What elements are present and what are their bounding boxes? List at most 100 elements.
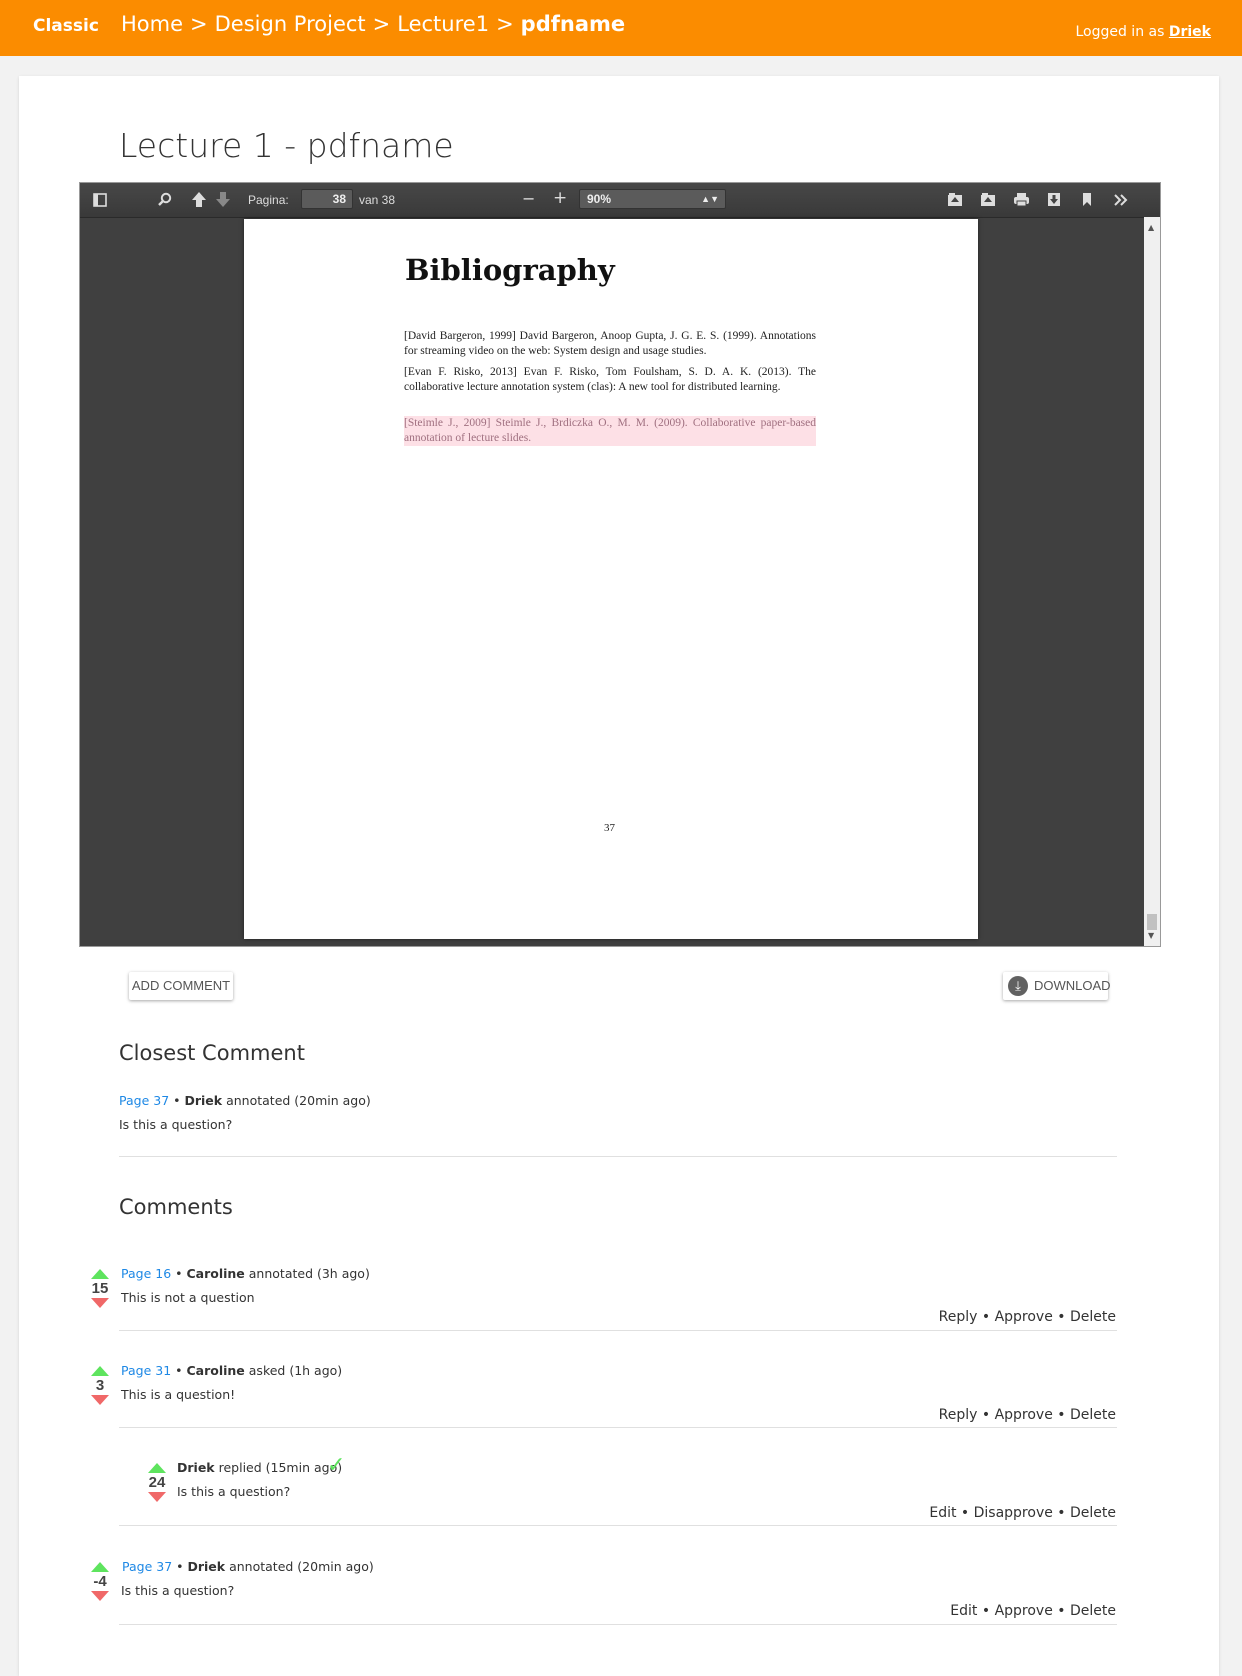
vertical-scrollbar[interactable]: ▲ ▼ bbox=[1144, 217, 1160, 946]
comment-meta: Page 16 • Caroline annotated (3h ago) bbox=[121, 1266, 370, 1281]
previous-page-icon[interactable] bbox=[191, 191, 207, 208]
page-link[interactable]: Page 37 bbox=[119, 1093, 169, 1108]
closest-comment-heading: Closest Comment bbox=[119, 1041, 305, 1065]
pdf-page: Bibliography [David Bargeron, 1999] Davi… bbox=[244, 219, 978, 939]
bibliography-entry: [David Bargeron, 1999] David Bargeron, A… bbox=[404, 330, 816, 357]
open-file-icon[interactable] bbox=[980, 192, 996, 207]
comments-heading: Comments bbox=[119, 1195, 233, 1219]
document-page-number: 37 bbox=[604, 822, 615, 834]
upvote-icon[interactable] bbox=[91, 1562, 109, 1572]
comment-verb: annotated (20min ago) bbox=[229, 1559, 374, 1574]
comment-meta: Page 31 • Caroline asked (1h ago) bbox=[121, 1363, 343, 1378]
comment-actions[interactable]: Reply • Approve • Delete bbox=[939, 1407, 1116, 1423]
search-icon[interactable] bbox=[157, 192, 173, 208]
comment-author: Driek bbox=[177, 1460, 215, 1475]
viewer-toolbar: Pagina: 38 van 38 − + 90% ▲▼ bbox=[80, 183, 1160, 218]
page-label: Pagina: bbox=[248, 193, 289, 207]
divider bbox=[119, 1156, 1117, 1157]
divider bbox=[119, 1525, 1117, 1526]
download-icon[interactable] bbox=[1047, 192, 1061, 207]
scroll-down-icon[interactable]: ▼ bbox=[1148, 931, 1154, 940]
comment-actions[interactable]: Edit • Approve • Delete bbox=[950, 1603, 1116, 1619]
comment-actions[interactable]: Edit • Disapprove • Delete bbox=[929, 1505, 1116, 1521]
downvote-icon[interactable] bbox=[91, 1591, 109, 1601]
vote-control: -4 bbox=[89, 1562, 111, 1601]
upvote-icon[interactable] bbox=[91, 1366, 109, 1376]
comment-text: This is not a question bbox=[121, 1290, 255, 1305]
vote-count: 24 bbox=[148, 1474, 166, 1491]
closest-comment-text: Is this a question? bbox=[119, 1117, 233, 1132]
breadcrumb-separator: > bbox=[372, 12, 391, 36]
sidebar-toggle-icon[interactable] bbox=[93, 193, 107, 207]
divider bbox=[119, 1427, 1117, 1428]
upvote-icon[interactable] bbox=[148, 1463, 166, 1473]
document-heading: Bibliography bbox=[405, 253, 615, 287]
comment-verb: asked (1h ago) bbox=[248, 1363, 343, 1378]
vote-control: 15 bbox=[89, 1269, 111, 1308]
presentation-mode-icon[interactable] bbox=[947, 192, 963, 207]
vote-control: 3 bbox=[89, 1366, 111, 1405]
scrollbar-thumb[interactable] bbox=[1147, 914, 1157, 930]
page-link[interactable]: Page 37 bbox=[122, 1559, 172, 1574]
comment-author: Driek bbox=[187, 1559, 226, 1574]
comment-author: Caroline bbox=[186, 1266, 245, 1281]
bibliography-entry: [Evan F. Risko, 2013] Evan F. Risko, Tom… bbox=[404, 366, 816, 393]
page-number-input[interactable]: 38 bbox=[301, 189, 353, 209]
user-link[interactable]: Driek bbox=[1169, 24, 1211, 40]
comment-text: Is this a question? bbox=[177, 1484, 291, 1499]
print-icon[interactable] bbox=[1013, 192, 1030, 207]
zoom-in-icon[interactable]: + bbox=[553, 190, 567, 207]
zoom-value: 90% bbox=[587, 192, 612, 206]
downvote-icon[interactable] bbox=[91, 1298, 109, 1308]
breadcrumb-lecture1[interactable]: Lecture1 bbox=[397, 12, 489, 36]
page-link[interactable]: Page 31 bbox=[121, 1363, 171, 1378]
login-prefix: Logged in as bbox=[1075, 24, 1165, 40]
divider bbox=[119, 1624, 1117, 1625]
next-page-icon[interactable] bbox=[215, 191, 231, 208]
downvote-icon[interactable] bbox=[91, 1395, 109, 1405]
breadcrumb: Home > Design Project > Lecture1 > pdfname bbox=[121, 12, 625, 36]
page-link[interactable]: Page 16 bbox=[121, 1266, 171, 1281]
comment-verb: annotated (20min ago) bbox=[226, 1093, 371, 1108]
comment-text: This is a question! bbox=[121, 1387, 236, 1402]
comment-verb: annotated (3h ago) bbox=[248, 1266, 370, 1281]
breadcrumb-separator: > bbox=[496, 12, 514, 36]
zoom-select[interactable]: 90% ▲▼ bbox=[579, 189, 726, 209]
bookmark-icon[interactable] bbox=[1081, 192, 1093, 207]
comment-author: Caroline bbox=[186, 1363, 245, 1378]
scroll-up-icon[interactable]: ▲ bbox=[1148, 223, 1154, 232]
breadcrumb-separator: > bbox=[190, 12, 208, 36]
downvote-icon[interactable] bbox=[148, 1492, 166, 1502]
page-total: van 38 bbox=[359, 193, 396, 207]
login-status: Logged in as Driek bbox=[1075, 24, 1211, 40]
reply-meta: Driek replied (15min ago) bbox=[177, 1460, 342, 1475]
download-label: DOWNLOAD bbox=[1034, 978, 1111, 993]
approved-check-icon: ✓ bbox=[327, 1453, 346, 1478]
breadcrumb-current: pdfname bbox=[520, 12, 626, 36]
divider bbox=[119, 1330, 1117, 1331]
comment-actions[interactable]: Reply • Approve • Delete bbox=[939, 1309, 1116, 1325]
comment-author: Driek bbox=[184, 1093, 223, 1108]
comment-text: Is this a question? bbox=[121, 1583, 235, 1598]
zoom-out-icon[interactable]: − bbox=[522, 191, 535, 207]
highlighted-annotation[interactable]: [Steimle J., 2009] Steimle J., Brdiczka … bbox=[404, 416, 816, 446]
download-circle-icon: ⤓ bbox=[1008, 976, 1028, 996]
closest-comment-meta: Page 37 • Driek annotated (20min ago) bbox=[119, 1093, 371, 1108]
upvote-icon[interactable] bbox=[91, 1269, 109, 1279]
brand-logo[interactable]: Classic bbox=[33, 16, 99, 36]
download-button[interactable]: ⤓ DOWNLOAD bbox=[1003, 972, 1111, 1000]
breadcrumb-design-project[interactable]: Design Project bbox=[215, 12, 366, 36]
add-comment-button[interactable]: ADD COMMENT bbox=[129, 972, 233, 1000]
comment-verb: replied (15min ago) bbox=[218, 1460, 343, 1475]
top-bar: Classic Home > Design Project > Lecture1 > pdf… bbox=[0, 0, 1242, 56]
vote-count: 15 bbox=[91, 1280, 109, 1297]
tools-icon[interactable] bbox=[1113, 193, 1129, 207]
vote-count: 3 bbox=[95, 1377, 105, 1394]
select-arrows-icon: ▲▼ bbox=[701, 194, 719, 204]
page-title: Lecture 1 - pdfname bbox=[119, 126, 454, 165]
comment-meta: Page 37 • Driek annotated (20min ago) bbox=[122, 1559, 374, 1574]
vote-count: -4 bbox=[93, 1573, 107, 1590]
breadcrumb-home[interactable]: Home bbox=[121, 12, 183, 36]
vote-control: 24 bbox=[146, 1463, 168, 1502]
pdf-viewer: Pagina: 38 van 38 − + 90% ▲▼ Bibliograph… bbox=[79, 182, 1161, 947]
